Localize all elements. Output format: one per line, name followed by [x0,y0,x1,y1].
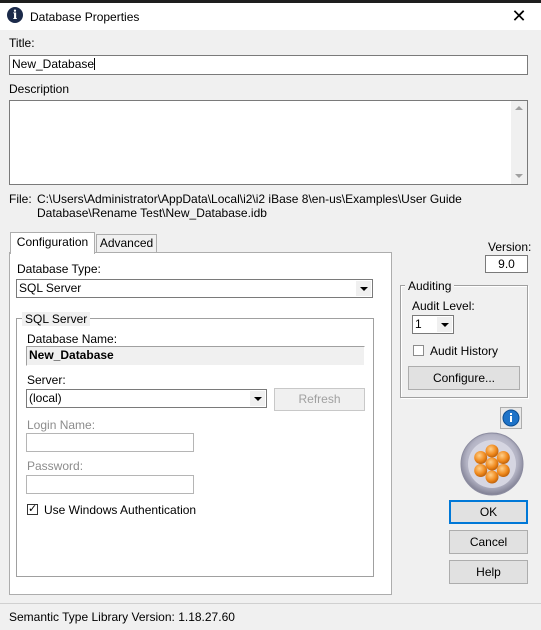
password-label: Password: [27,459,84,473]
scroll-down-icon[interactable] [511,168,527,184]
windows-auth-checkbox[interactable]: ✓ [27,504,38,515]
password-value [27,477,29,491]
database-type-dropdown[interactable]: SQL Server [16,279,373,298]
refresh-button[interactable]: Refresh [274,388,365,411]
auditing-group-title: Auditing [405,279,455,293]
help-button[interactable]: Help [449,560,528,584]
chevron-down-icon[interactable] [437,317,452,332]
database-name-label: Database Name: [27,332,118,346]
audit-level-dropdown[interactable]: 1 [412,315,454,334]
info-button[interactable] [500,407,522,429]
database-name-field: New_Database [26,346,365,366]
scroll-up-icon[interactable] [511,101,527,117]
database-type-label: Database Type: [17,262,101,276]
version-value: 9.0 [498,257,515,271]
database-name-value: New_Database [29,348,114,362]
sql-server-group-title: SQL Server [22,312,91,326]
login-name-value [27,435,29,449]
text-caret [94,58,96,70]
tab-configuration-label: Configuration [16,235,89,249]
tab-advanced-label: Advanced [99,236,154,250]
info-icon [502,409,520,427]
configure-button[interactable]: Configure... [408,366,520,390]
title-label: Title: [9,36,35,50]
status-bar-text: Semantic Type Library Version: 1.18.27.6… [9,610,235,624]
audit-level-label: Audit Level: [412,299,475,313]
ibase-logo-icon [459,431,525,497]
chevron-down-icon[interactable] [250,391,265,406]
audit-history-checkbox[interactable] [413,345,424,356]
description-value [10,102,12,116]
password-input[interactable] [26,475,194,494]
server-value: (local) [29,391,62,405]
title-input-value: New_Database [12,57,95,71]
file-path-line1: C:\Users\Administrator\AppData\Local\i2\… [37,192,462,206]
windows-auth-label: Use Windows Authentication [44,503,197,517]
app-info-icon: i [7,7,23,23]
server-dropdown[interactable]: (local) [26,389,267,408]
file-label: File: [9,192,32,206]
ok-button[interactable]: OK [449,500,528,524]
file-path-line2: Database\Rename Test\New_Database.idb [37,206,267,220]
description-label: Description [9,82,70,96]
server-label: Server: [27,373,66,387]
login-name-input[interactable] [26,433,194,452]
cancel-button[interactable]: Cancel [449,530,528,554]
title-input[interactable]: New_Database [9,55,528,75]
close-icon[interactable]: ✕ [510,7,528,25]
status-divider [0,603,541,604]
chevron-down-icon[interactable] [356,281,371,296]
window-title: Database Properties [30,10,140,24]
tab-configuration[interactable]: Configuration [10,232,95,254]
database-type-value: SQL Server [19,281,82,295]
audit-level-value: 1 [415,317,422,331]
description-scrollbar[interactable] [511,101,527,184]
check-icon: ✓ [28,503,38,515]
login-name-label: Login Name: [27,418,96,432]
title-bar[interactable]: i Database Properties ✕ [0,3,541,30]
version-label: Version: [488,240,532,254]
description-textarea[interactable] [9,100,528,185]
version-field: 9.0 [485,255,528,273]
tab-advanced[interactable]: Advanced [96,234,157,253]
audit-history-label: Audit History [430,344,499,358]
